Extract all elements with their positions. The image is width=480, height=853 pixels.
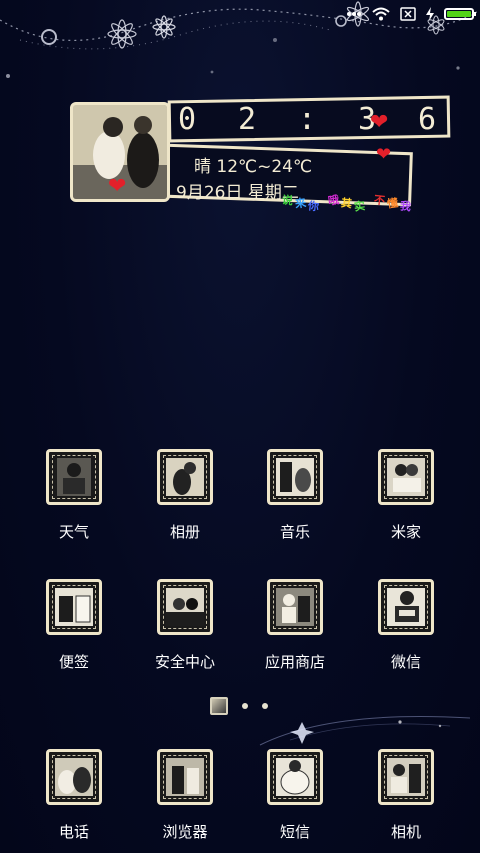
app-label: 便签 bbox=[58, 653, 89, 671]
clock-digit: 0 bbox=[178, 102, 199, 137]
app-browser[interactable]: 浏览器 bbox=[130, 749, 240, 842]
app-label: 应用商店 bbox=[264, 653, 325, 671]
clock-time: 0 2 : 3 6 bbox=[178, 102, 438, 137]
decorative-char: 哦 bbox=[327, 193, 340, 208]
notes-app-icon bbox=[46, 579, 102, 635]
app-security-center[interactable]: 安全中心 bbox=[130, 579, 240, 672]
app-store-app-icon bbox=[267, 579, 323, 635]
app-label: 短信 bbox=[279, 823, 310, 841]
app-label: 相册 bbox=[169, 523, 200, 541]
messages-app-icon bbox=[267, 749, 323, 805]
app-messages[interactable]: 短信 bbox=[240, 749, 350, 842]
app-label: 微信 bbox=[390, 653, 421, 671]
decorative-colored-text: 说来你 哦其实 不懂我 bbox=[281, 192, 413, 213]
app-camera[interactable]: 相机 bbox=[351, 749, 461, 842]
weather-app-icon bbox=[46, 449, 102, 505]
weather-text: 晴 12℃~24℃ bbox=[194, 157, 313, 177]
app-wechat[interactable]: 微信 bbox=[351, 579, 461, 672]
app-label: 米家 bbox=[390, 523, 421, 541]
clock-separator: : bbox=[297, 102, 319, 137]
decorative-char: 来 bbox=[294, 196, 307, 211]
home-page-icon[interactable] bbox=[210, 697, 228, 715]
app-music[interactable]: 音乐 bbox=[240, 449, 350, 542]
security-app-icon bbox=[157, 579, 213, 635]
mijia-app-icon bbox=[378, 449, 434, 505]
decorative-char: 说 bbox=[281, 193, 294, 208]
charging-icon bbox=[426, 7, 434, 21]
decorative-char: 实 bbox=[353, 199, 366, 214]
battery-level bbox=[447, 11, 471, 17]
gallery-app-icon bbox=[157, 449, 213, 505]
decorative-char: 我 bbox=[399, 199, 412, 214]
app-label: 音乐 bbox=[279, 523, 310, 541]
app-weather[interactable]: 天气 bbox=[19, 449, 129, 542]
app-label: 相机 bbox=[390, 823, 421, 841]
status-bar bbox=[346, 4, 476, 24]
date-text: 9月26日 星期二 bbox=[176, 183, 299, 203]
app-label: 电话 bbox=[58, 823, 89, 841]
decorative-char: 其 bbox=[340, 196, 353, 211]
app-notes[interactable]: 便签 bbox=[19, 579, 129, 672]
clock-digit: 2 bbox=[237, 102, 259, 137]
app-phone[interactable]: 电话 bbox=[19, 749, 129, 842]
decorative-char: 懂 bbox=[386, 196, 399, 211]
music-app-icon bbox=[267, 449, 323, 505]
app-label: 浏览器 bbox=[162, 823, 208, 841]
home-screen: 0 2 : 3 6 晴 12℃~24℃ 9月26日 星期二 说来你 哦其实 不懂我 … bbox=[0, 0, 480, 853]
heart-icon: ❤ bbox=[376, 144, 392, 165]
page-dot[interactable] bbox=[242, 703, 248, 709]
decorative-char: 不 bbox=[373, 193, 386, 208]
app-app-store[interactable]: 应用商店 bbox=[240, 579, 350, 672]
heart-icon: ❤ bbox=[108, 174, 127, 199]
clock-digit: 6 bbox=[417, 102, 438, 137]
close-box-icon bbox=[400, 7, 416, 21]
browser-app-icon bbox=[157, 749, 213, 805]
dots-icon bbox=[346, 11, 362, 17]
app-label: 安全中心 bbox=[154, 653, 215, 671]
clock-weather-widget[interactable]: 0 2 : 3 6 晴 12℃~24℃ 9月26日 星期二 说来你 哦其实 不懂我 … bbox=[68, 95, 451, 216]
battery-icon bbox=[444, 8, 476, 20]
heart-icon: ❤ bbox=[370, 110, 389, 135]
phone-app-icon bbox=[46, 749, 102, 805]
wechat-app-icon bbox=[378, 579, 434, 635]
decorative-char: 你 bbox=[307, 199, 320, 214]
app-mijia[interactable]: 米家 bbox=[351, 449, 461, 542]
wifi-icon bbox=[372, 7, 390, 21]
camera-app-icon bbox=[378, 749, 434, 805]
app-label: 天气 bbox=[58, 523, 89, 541]
app-gallery[interactable]: 相册 bbox=[130, 449, 240, 542]
